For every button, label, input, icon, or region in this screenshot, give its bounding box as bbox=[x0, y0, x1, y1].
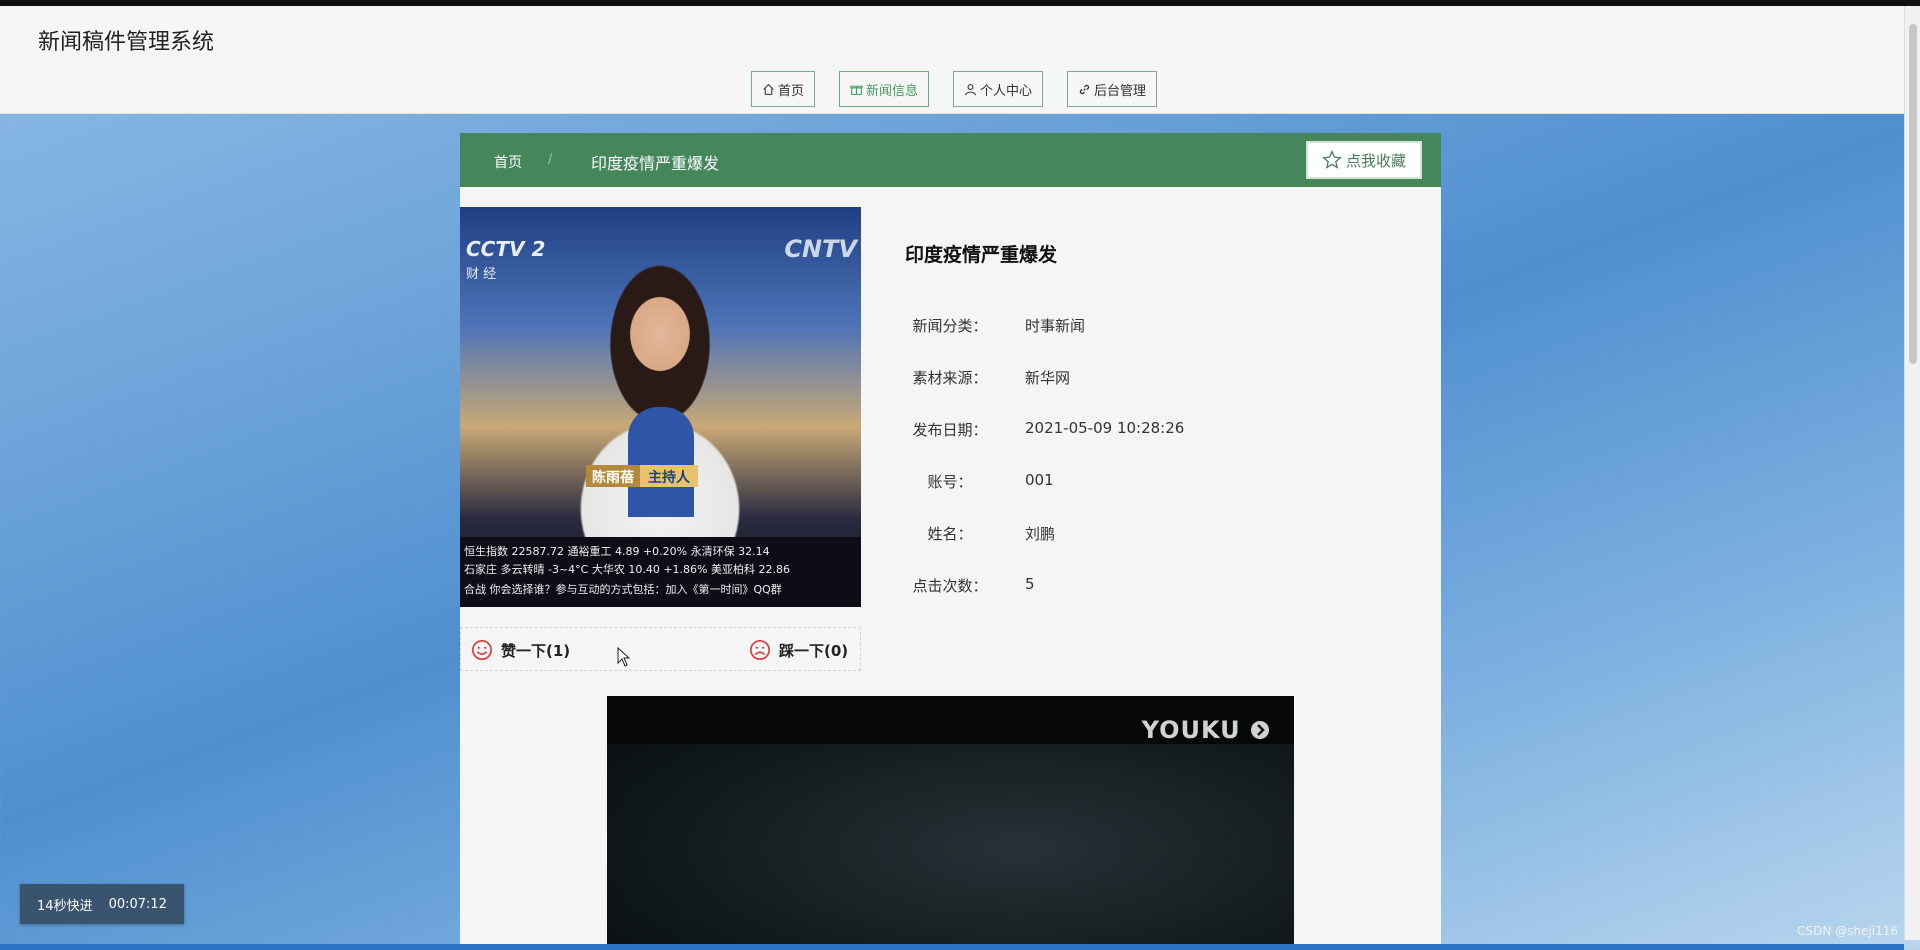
anchor-blouse bbox=[628, 407, 694, 517]
info-label: 点击次数： bbox=[912, 577, 988, 595]
vote-box: 赞一下(1) 踩一下(0) bbox=[460, 627, 861, 671]
channel-logo: CCTV 2 财 经 bbox=[466, 237, 545, 282]
anchor-name-tag: 陈雨蓓 主持人 bbox=[586, 465, 736, 487]
home-icon bbox=[763, 83, 774, 95]
breadcrumb-bar: 首页 / 印度疫情严重爆发 点我收藏 bbox=[460, 133, 1441, 187]
user-icon bbox=[965, 83, 976, 95]
dislike-label: 踩一下(0) bbox=[779, 641, 849, 660]
news-ticker: 恒生指数 22587.72 通裕重工 4.89 +0.20% 永清环保 32.1… bbox=[460, 537, 861, 607]
info-value: 新华网 bbox=[1025, 369, 1071, 387]
info-label: 新闻分类： bbox=[912, 317, 988, 335]
anchor-role: 主持人 bbox=[640, 465, 698, 487]
channel-logo-sub: 财 经 bbox=[466, 267, 497, 282]
ticker-line-2: 石家庄 多云转晴 -3~4°C 大华农 10.40 +1.86% 美亚柏科 22… bbox=[464, 563, 790, 576]
site-header: 新闻稿件管理系统 首页 新闻信息 个人中心 后台管理 bbox=[0, 6, 1904, 114]
info-label: 素材来源： bbox=[912, 369, 988, 387]
progress-line bbox=[0, 944, 1904, 950]
anchor-name: 陈雨蓓 bbox=[586, 465, 640, 487]
youku-logo-text: YOUKU bbox=[1141, 716, 1241, 744]
playback-time: 00:07:12 bbox=[108, 896, 167, 912]
mouse-cursor-icon bbox=[617, 647, 631, 667]
playback-speed-overlay: 14秒快进 00:07:12 bbox=[20, 884, 184, 924]
news-title: 印度疫情严重爆发 bbox=[905, 244, 1058, 266]
youku-logo: YOUKU bbox=[1142, 716, 1270, 744]
site-title: 新闻稿件管理系统 bbox=[38, 30, 215, 55]
link-icon bbox=[1079, 84, 1090, 94]
news-detail-panel: 首页 / 印度疫情严重爆发 点我收藏 CCTV 2 财 经 CNTV 陈雨蓓 主… bbox=[460, 133, 1441, 950]
dislike-button[interactable]: 踩一下(0) bbox=[749, 639, 848, 661]
nav-admin-button[interactable]: 后台管理 bbox=[1067, 71, 1158, 107]
smile-icon bbox=[472, 640, 492, 660]
page-scrollbar[interactable] bbox=[1904, 6, 1920, 940]
breadcrumb-separator: / bbox=[548, 152, 553, 167]
nav-news-label: 新闻信息 bbox=[866, 83, 919, 99]
gift-icon bbox=[850, 85, 863, 95]
frown-icon bbox=[750, 640, 770, 660]
star-icon bbox=[1322, 150, 1342, 169]
news-cover-image: CCTV 2 财 经 CNTV 陈雨蓓 主持人 恒生指数 22587.72 通裕… bbox=[460, 207, 861, 607]
nav-home-label: 首页 bbox=[778, 83, 805, 99]
favorite-button[interactable]: 点我收藏 bbox=[1306, 141, 1422, 179]
info-value: 5 bbox=[1025, 575, 1035, 593]
favorite-label: 点我收藏 bbox=[1345, 151, 1406, 170]
breadcrumb-home-link[interactable]: 首页 bbox=[494, 152, 522, 172]
info-value: 001 bbox=[1025, 471, 1054, 489]
channel-logo-text: CCTV 2 bbox=[466, 237, 546, 261]
playback-speed-label: 14秒快进 bbox=[37, 898, 93, 914]
play-arrow-icon bbox=[1251, 721, 1269, 739]
info-label: 账号： bbox=[927, 473, 973, 491]
like-label: 赞一下(1) bbox=[501, 641, 571, 660]
watermark: CSDN @sheji116 bbox=[1797, 924, 1898, 938]
ticker-line-1: 恒生指数 22587.72 通裕重工 4.89 +0.20% 永清环保 32.1… bbox=[464, 545, 770, 558]
like-button[interactable]: 赞一下(1) bbox=[471, 639, 570, 661]
nav-profile-label: 个人中心 bbox=[980, 83, 1033, 99]
nav-admin-label: 后台管理 bbox=[1094, 83, 1147, 99]
channel-logo-right: CNTV bbox=[784, 235, 857, 263]
ticker-line-3: 合战 你会选择谁？参与互动的方式包括：加入《第一时间》QQ群 bbox=[464, 583, 782, 596]
nav-news-button[interactable]: 新闻信息 bbox=[839, 71, 930, 107]
scrollbar-thumb[interactable] bbox=[1909, 24, 1917, 364]
info-label: 发布日期： bbox=[912, 421, 988, 439]
info-value: 时事新闻 bbox=[1025, 317, 1086, 335]
breadcrumb-current: 印度疫情严重爆发 bbox=[591, 154, 720, 173]
nav-home-button[interactable]: 首页 bbox=[751, 71, 816, 107]
info-label: 姓名： bbox=[927, 525, 973, 543]
info-value: 刘鹏 bbox=[1025, 525, 1056, 543]
info-value: 2021-05-09 10:28:26 bbox=[1025, 419, 1185, 437]
main-nav: 首页 新闻信息 个人中心 后台管理 bbox=[751, 71, 1158, 107]
nav-profile-button[interactable]: 个人中心 bbox=[953, 71, 1044, 107]
news-video-player[interactable]: YOUKU bbox=[607, 696, 1294, 950]
